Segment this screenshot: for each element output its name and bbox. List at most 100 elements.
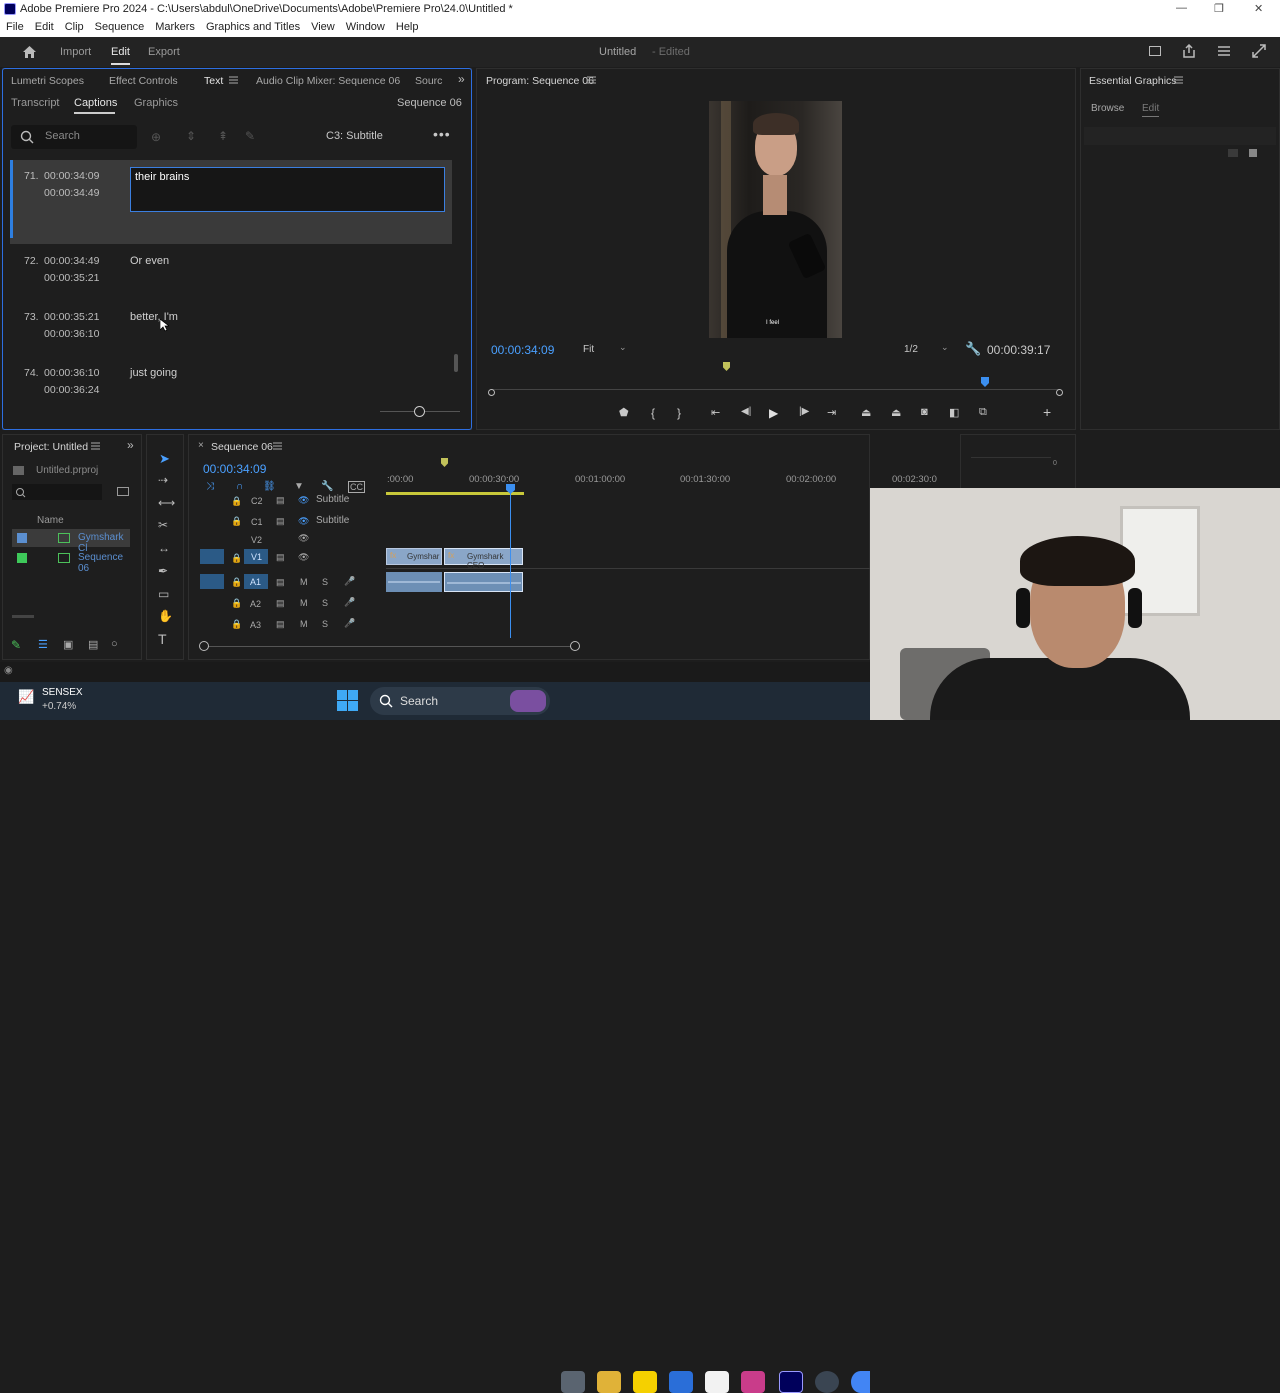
minimize-button[interactable]: — <box>1176 2 1187 14</box>
solo-button[interactable]: S <box>322 577 328 587</box>
eye-icon[interactable]: 👁 <box>298 516 309 527</box>
solo-button[interactable]: S <box>322 619 328 629</box>
project-item-row[interactable]: Gymshark Cl <box>12 529 130 554</box>
search-input[interactable]: Search <box>11 125 137 149</box>
marker-icon[interactable]: ⬟ <box>619 406 629 419</box>
sequence-tab[interactable]: Sequence 06 <box>211 441 273 453</box>
split-caption-icon[interactable]: ⇕ <box>186 129 196 143</box>
task-view-icon[interactable] <box>561 1371 585 1393</box>
caption-row-73[interactable]: 73. 00:00:35:21 00:00:36:10 better, I'm <box>10 306 452 356</box>
eg-delete-icon[interactable] <box>1249 149 1257 157</box>
tab-export[interactable]: Export <box>148 46 180 58</box>
settings-icon[interactable]: 🔧 <box>321 481 333 492</box>
timeline-timecode[interactable]: 00:00:34:09 <box>203 462 266 476</box>
source-patch-v1[interactable] <box>200 549 224 564</box>
captions-icon[interactable]: CC <box>348 481 365 493</box>
tab-import[interactable]: Import <box>60 46 91 58</box>
add-caption-icon[interactable]: ⊕ <box>151 130 161 144</box>
voiceover-mic-icon[interactable]: 🎤 <box>344 597 355 608</box>
layout-icon[interactable] <box>1149 46 1161 56</box>
sync-icon[interactable]: ▤ <box>276 598 285 609</box>
zoom-bar-end-handle[interactable] <box>570 641 580 651</box>
icon-view-icon[interactable]: ▣ <box>63 638 73 651</box>
todo-icon[interactable] <box>669 1371 693 1393</box>
eye-icon[interactable]: 👁 <box>298 533 309 544</box>
sync-icon[interactable]: ▤ <box>276 577 285 588</box>
sync-icon[interactable]: ▤ <box>276 619 285 630</box>
lock-icon[interactable]: 🔒 <box>231 496 242 507</box>
maximize-button[interactable]: ❐ <box>1214 2 1224 15</box>
add-button-icon[interactable]: + <box>1043 404 1051 420</box>
ticker-name[interactable]: SENSEX <box>42 687 83 698</box>
subtab-graphics[interactable]: Graphics <box>134 97 178 109</box>
caption-row-71[interactable]: 71. 00:00:34:09 00:00:34:49 their brains <box>10 160 452 244</box>
slip-tool-icon[interactable]: ↔ <box>158 541 170 555</box>
caption-list-scrollbar[interactable] <box>454 354 458 372</box>
sync-icon[interactable]: ▤ <box>276 495 285 506</box>
track-target-v1[interactable]: V1 <box>244 549 268 564</box>
eg-menu-icon[interactable] <box>1174 76 1183 84</box>
chatgpt-icon[interactable] <box>815 1371 839 1393</box>
video-clip[interactable]: fx Gymshar <box>386 548 442 565</box>
menu-markers[interactable]: Markers <box>149 19 200 33</box>
mark-in-icon[interactable]: { <box>651 406 655 420</box>
zoom-slider-handle[interactable] <box>414 406 425 417</box>
lock-icon[interactable]: 🔒 <box>231 577 242 588</box>
audio-clip[interactable] <box>444 572 523 592</box>
program-scrub-bar[interactable] <box>491 389 1059 390</box>
selection-tool-icon[interactable]: ➤ <box>159 451 170 467</box>
zoom-icon[interactable]: ○ <box>111 638 118 650</box>
resolution-chevron-icon[interactable]: ⌄ <box>941 342 949 353</box>
close-sequence-icon[interactable]: × <box>198 440 204 451</box>
sticky-notes-icon[interactable] <box>633 1371 657 1393</box>
program-timecode[interactable]: 00:00:34:09 <box>491 343 554 357</box>
menu-sequence[interactable]: Sequence <box>89 19 150 33</box>
subtab-captions[interactable]: Captions <box>74 97 117 109</box>
menu-clip[interactable]: Clip <box>59 19 89 33</box>
eye-icon[interactable]: 👁 <box>298 495 309 506</box>
audio-clip[interactable] <box>386 572 442 592</box>
go-to-out-icon[interactable]: ⇥ <box>827 406 836 419</box>
ripple-edit-icon[interactable]: ⟷ <box>158 496 175 510</box>
pencil-icon[interactable]: ✎ <box>11 638 21 652</box>
merge-caption-icon[interactable]: ⇞ <box>218 129 228 143</box>
razor-tool-icon[interactable]: ✂ <box>158 518 168 532</box>
solo-button[interactable]: S <box>322 598 328 608</box>
linked-selection-icon[interactable]: ⛓ <box>263 481 276 492</box>
lift-icon[interactable]: ⏏ <box>861 406 871 419</box>
wrench-icon[interactable]: 🔧 <box>965 341 981 357</box>
freeform-view-icon[interactable]: ▤ <box>88 638 98 651</box>
tab-source[interactable]: Sourc <box>415 75 442 87</box>
menu-graphics[interactable]: Graphics and Titles <box>200 19 305 33</box>
mute-button[interactable]: M <box>300 577 308 587</box>
pencil-icon[interactable]: ✎ <box>245 129 255 143</box>
lock-icon[interactable]: 🔒 <box>231 598 242 609</box>
tab-audio-clip-mixer[interactable]: Audio Clip Mixer: Sequence 06 <box>256 75 400 87</box>
caption-edit-field[interactable]: their brains <box>130 167 445 212</box>
panel-overflow-icon[interactable]: » <box>458 72 465 86</box>
sync-icon[interactable]: ▤ <box>276 516 285 527</box>
camera-icon[interactable]: ◙ <box>921 406 928 418</box>
voiceover-mic-icon[interactable]: 🎤 <box>344 576 355 587</box>
zoom-bar-start-handle[interactable] <box>199 641 209 651</box>
menu-lines-icon[interactable] <box>1217 45 1231 57</box>
timeline-zoom-bar[interactable] <box>204 646 576 647</box>
lock-icon[interactable]: 🔒 <box>231 619 242 630</box>
project-scrollbar[interactable] <box>12 615 34 618</box>
play-icon[interactable]: ▶ <box>769 406 778 420</box>
project-menu-icon[interactable] <box>91 442 100 450</box>
mute-button[interactable]: M <box>300 619 308 629</box>
fullscreen-icon[interactable] <box>1252 44 1266 58</box>
nest-icon[interactable]: ⤨ <box>206 481 214 492</box>
step-back-icon[interactable]: ◀| <box>741 406 751 417</box>
menu-help[interactable]: Help <box>390 19 424 33</box>
hand-tool-icon[interactable]: ✋ <box>158 609 173 623</box>
type-tool-icon[interactable]: T <box>158 631 167 647</box>
tab-text[interactable]: Text <box>204 75 223 87</box>
tab-effect-controls[interactable]: Effect Controls <box>109 75 178 87</box>
instagram-icon[interactable] <box>741 1371 765 1393</box>
program-menu-icon[interactable] <box>587 76 596 84</box>
file-explorer-icon[interactable] <box>597 1371 621 1393</box>
eye-icon[interactable]: 👁 <box>298 552 309 563</box>
timeline-menu-icon[interactable] <box>273 442 282 450</box>
